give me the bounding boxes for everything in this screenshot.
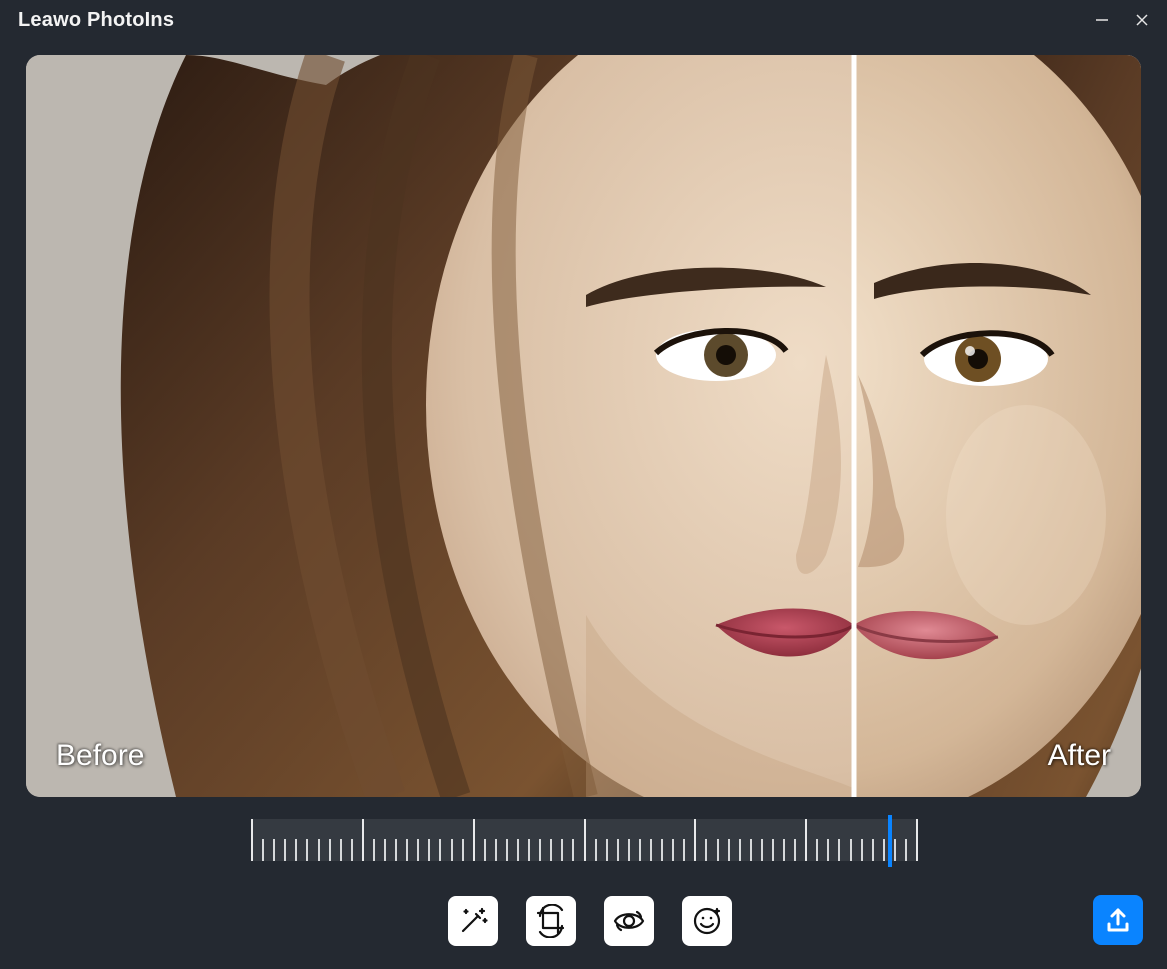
ruler-tick-minor [406,839,408,861]
ruler-tick-minor [451,839,453,861]
minimize-icon [1095,13,1109,27]
ruler-tick-minor [794,839,796,861]
ruler-tick-major [362,819,364,861]
export-button[interactable] [1093,895,1143,945]
ruler-tick-minor [595,839,597,861]
toolbar [448,896,732,946]
ruler-tick-minor [439,839,441,861]
ruler-tick-minor [783,839,785,861]
ruler-tick-minor [617,839,619,861]
ruler-tick-minor [883,839,885,861]
window-controls [1091,9,1153,31]
ruler-tick-minor [318,839,320,861]
ruler-tick-minor [850,839,852,861]
ruler-tick-minor [273,839,275,861]
ruler-tick-minor [905,839,907,861]
zoom-ruler[interactable] [251,819,916,861]
ruler-tick-minor [306,839,308,861]
ruler-tick-minor [761,839,763,861]
crop-rotate-button[interactable] [526,896,576,946]
ruler-tick-minor [395,839,397,861]
ruler-tick-minor [484,839,486,861]
ruler-tick-minor [373,839,375,861]
after-label: After [1048,739,1111,773]
ruler-tick-minor [495,839,497,861]
ruler-tick-minor [417,839,419,861]
ruler-tick-minor [728,839,730,861]
ruler-tick-minor [517,839,519,861]
eye-enhance-button[interactable] [604,896,654,946]
before-label: Before [56,739,144,773]
ruler-tick-minor [872,839,874,861]
ruler-tick-minor [572,839,574,861]
ruler-tick-minor [661,839,663,861]
magic-wand-icon [456,904,490,938]
ruler-tick-major [805,819,807,861]
photo-placeholder [26,55,1141,797]
ruler-tick-minor [384,839,386,861]
ruler-tick-major [251,819,253,861]
close-button[interactable] [1131,9,1153,31]
ruler-tick-minor [550,839,552,861]
ruler-tick-major [694,819,696,861]
ruler-tick-minor [739,839,741,861]
ruler-tick-minor [462,839,464,861]
auto-enhance-button[interactable] [448,896,498,946]
ruler-tick-minor [827,839,829,861]
ruler-tick-minor [428,839,430,861]
ruler-tick-minor [295,839,297,861]
ruler-tick-minor [606,839,608,861]
ruler-tick-major [916,819,918,861]
ruler-tick-minor [329,839,331,861]
ruler-tick-minor [683,839,685,861]
ruler-tick-minor [528,839,530,861]
ruler-tick-minor [717,839,719,861]
eye-icon [612,904,646,938]
ruler-tick-minor [539,839,541,861]
ruler-tick-minor [838,839,840,861]
smiley-icon [690,904,724,938]
minimize-button[interactable] [1091,9,1113,31]
ruler-tick-minor [284,839,286,861]
ruler-tick-minor [750,839,752,861]
ruler-tick-minor [816,839,818,861]
ruler-tick-minor [506,839,508,861]
app-title: Leawo PhotoIns [18,9,174,32]
ruler-tick-minor [894,839,896,861]
export-icon [1104,906,1132,934]
ruler-tick-major [584,819,586,861]
face-enhance-button[interactable] [682,896,732,946]
ruler-tick-minor [639,839,641,861]
ruler-tick-minor [772,839,774,861]
ruler-tick-minor [262,839,264,861]
ruler-tick-minor [672,839,674,861]
crop-icon [534,904,568,938]
ruler-tick-minor [705,839,707,861]
ruler-tick-minor [340,839,342,861]
ruler-tick-minor [861,839,863,861]
titlebar: Leawo PhotoIns [0,0,1167,40]
ruler-tick-minor [650,839,652,861]
ruler-thumb[interactable] [888,815,892,867]
ruler-tick-minor [351,839,353,861]
compare-divider[interactable] [852,55,857,797]
close-icon [1135,13,1149,27]
ruler-tick-major [473,819,475,861]
ruler-tick-minor [628,839,630,861]
preview-area: Before After [26,55,1141,797]
ruler-tick-minor [561,839,563,861]
